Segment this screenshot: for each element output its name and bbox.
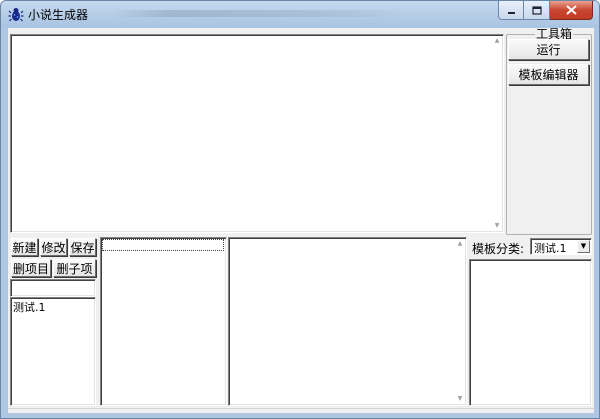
output-textarea[interactable]: ▲ ▼ (10, 34, 504, 233)
minimize-button[interactable] (498, 1, 524, 20)
template-editor-button[interactable]: 模板编辑器 (508, 64, 589, 85)
save-button[interactable]: 保存 (69, 238, 96, 256)
list-focus-row[interactable] (102, 239, 224, 251)
scroll-down-icon[interactable]: ▼ (456, 395, 464, 403)
window-title: 小说生成器 (28, 8, 89, 22)
status-strip (8, 408, 594, 413)
maximize-button[interactable] (524, 1, 550, 20)
project-list[interactable]: 测试.1 (10, 297, 96, 406)
project-name-input[interactable] (10, 279, 96, 297)
content-scrollbar[interactable]: ▲ ▼ (455, 239, 465, 404)
scroll-down-icon[interactable]: ▼ (493, 222, 501, 230)
child-item-list[interactable] (100, 237, 227, 406)
run-button[interactable]: 运行 (508, 39, 589, 60)
title-bar[interactable]: 小说生成器 (1, 1, 599, 27)
maximize-icon (531, 5, 542, 15)
output-scrollbar[interactable]: ▲ ▼ (492, 36, 502, 231)
new-button[interactable]: 新建 (11, 238, 38, 256)
client-area: ▲ ▼ 工具箱 运行 模板编辑器 新建 修改 保存 删项目 删子项 测试.1 ▲ (8, 28, 594, 413)
template-category-label: 模板分类: (472, 242, 525, 256)
blurred-title-text (111, 10, 411, 17)
close-icon (565, 5, 577, 15)
window-controls (498, 1, 593, 20)
scroll-up-icon[interactable]: ▲ (493, 37, 501, 45)
template-category-value: 测试.1 (534, 242, 567, 255)
list-item[interactable]: 测试.1 (13, 299, 46, 315)
edit-button[interactable]: 修改 (40, 238, 67, 256)
delete-project-button[interactable]: 删项目 (11, 259, 51, 277)
bug-icon (8, 8, 24, 22)
template-list[interactable] (469, 259, 592, 406)
content-textarea[interactable]: ▲ ▼ (228, 237, 467, 406)
main-window: 小说生成器 ▲ ▼ 工具箱 运行 模板编辑器 新建 修改 保存 删项目 删子项 … (0, 0, 600, 419)
scroll-up-icon[interactable]: ▲ (456, 240, 464, 248)
minimize-icon (507, 11, 515, 14)
chevron-down-icon[interactable]: ▼ (577, 240, 590, 253)
delete-child-button[interactable]: 删子项 (53, 259, 96, 277)
template-category-select[interactable]: 测试.1 ▼ (530, 238, 592, 255)
close-button[interactable] (550, 1, 593, 20)
